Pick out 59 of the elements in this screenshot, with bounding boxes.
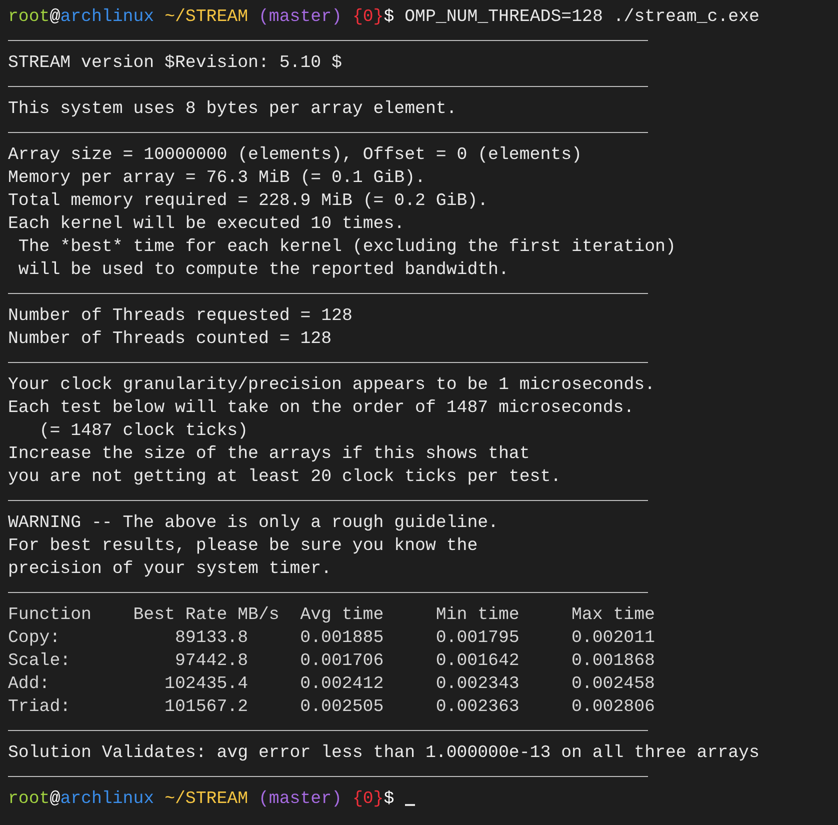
output-line: Number of Threads requested = 128 bbox=[8, 307, 352, 326]
command-text: OMP_NUM_THREADS=128 ./stream_c.exe bbox=[404, 8, 760, 27]
table-value: 0.002412 bbox=[299, 674, 384, 696]
prompt-branch: (master) bbox=[258, 790, 342, 809]
table-value: 101567.2 bbox=[164, 697, 248, 719]
table-value: 0.002458 bbox=[570, 674, 655, 696]
output-line: For best results, please be sure you know the bbox=[8, 537, 478, 556]
table-value: 97442.8 bbox=[174, 651, 248, 673]
prompt-path: ~/STREAM bbox=[164, 790, 248, 809]
output-line: This system uses 8 bytes per array element. bbox=[8, 100, 457, 119]
prompt-symbol: $ bbox=[384, 8, 394, 27]
table-value: 0.001642 bbox=[434, 651, 520, 673]
output-line: Total memory required = 228.9 MiB (= 0.2 GiB). bbox=[8, 192, 488, 211]
output-line: precision of your system timer. bbox=[8, 560, 332, 579]
prompt-status: {0} bbox=[352, 790, 384, 809]
prompt-host: archlinux bbox=[60, 790, 154, 809]
prompt-status: {0} bbox=[352, 8, 384, 27]
prompt-path: ~/STREAM bbox=[164, 8, 248, 27]
table-value: 0.002806 bbox=[570, 697, 655, 719]
output-line: you are not getting at least 20 clock ticks per test. bbox=[8, 468, 562, 487]
output-line: (= 1487 clock ticks) bbox=[38, 422, 248, 441]
output-line: Number of Threads counted = 128 bbox=[8, 330, 332, 349]
table-value: 89133.8 bbox=[174, 628, 248, 650]
row-label: Scale: bbox=[8, 651, 72, 673]
table-value: 0.001885 bbox=[299, 628, 384, 650]
output-line: STREAM version $Revision: 5.10 $ bbox=[8, 54, 342, 73]
output-line: Solution Validates: avg error less than 1.000000e-13 on all three arrays bbox=[8, 744, 760, 763]
output-line: Increase the size of the arrays if this shows that bbox=[8, 445, 530, 464]
column-header: Max time bbox=[572, 605, 656, 627]
row-label: Copy: bbox=[8, 628, 62, 650]
output-line: Your clock granularity/precision appears to be 1 microseconds. bbox=[8, 376, 656, 395]
column-header: Function bbox=[8, 605, 92, 627]
table-value: 0.002505 bbox=[299, 697, 384, 719]
table-value: 0.001706 bbox=[299, 651, 384, 673]
prompt-symbol: $ bbox=[384, 790, 394, 809]
prompt-at: @ bbox=[50, 790, 60, 809]
prompt-at: @ bbox=[50, 8, 60, 27]
output-line: Memory per array = 76.3 MiB (= 0.1 GiB). bbox=[8, 169, 426, 188]
output-line: Each kernel will be executed 10 times. bbox=[8, 215, 405, 234]
column-header: Min time bbox=[436, 605, 520, 627]
prompt-host: archlinux bbox=[60, 8, 154, 27]
row-label: Triad: bbox=[8, 697, 72, 719]
prompt-branch: (master) bbox=[258, 8, 342, 27]
column-header: Best Rate MB/s bbox=[133, 605, 280, 627]
output-line: WARNING -- The above is only a rough guideline. bbox=[8, 514, 498, 533]
table-value: 0.002363 bbox=[434, 697, 520, 719]
column-header: Avg time bbox=[300, 605, 385, 627]
table-value: 0.001868 bbox=[570, 651, 655, 673]
output-line: Array size = 10000000 (elements), Offset = 0 (elements) bbox=[8, 146, 582, 165]
row-label: Add: bbox=[8, 674, 51, 696]
table-value: 0.002343 bbox=[434, 674, 520, 696]
prompt-user: root bbox=[8, 790, 50, 809]
prompt-user: root bbox=[8, 8, 50, 27]
table-value: 0.001795 bbox=[434, 628, 520, 650]
output-line: The *best* time for each kernel (excluding the first iteration) bbox=[17, 238, 676, 257]
output-line: will be used to compute the reported bandwidth. bbox=[17, 261, 509, 280]
table-value: 102435.4 bbox=[164, 674, 248, 696]
output-line: Each test below will take on the order of 1487 microseconds. bbox=[8, 399, 634, 418]
table-value: 0.002011 bbox=[570, 628, 655, 650]
